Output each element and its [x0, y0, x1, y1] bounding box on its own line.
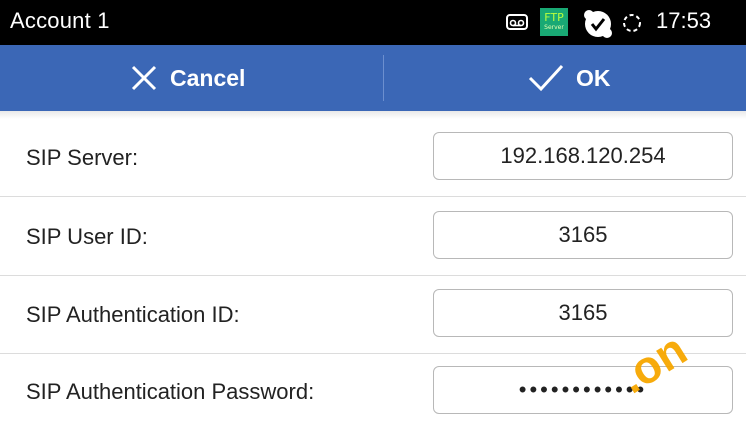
cancel-button[interactable]: Cancel	[130, 45, 245, 111]
sip-user-id-input[interactable]: 3165	[433, 211, 733, 259]
sip-server-row: SIP Server: 192.168.120.254	[0, 118, 746, 197]
clock: 17:53	[656, 8, 712, 33]
sip-auth-password-label: SIP Authentication Password:	[26, 379, 315, 404]
sip-auth-password-input[interactable]: ••••••••••••	[433, 366, 733, 414]
ftp-icon-label: FTP	[544, 11, 564, 24]
close-icon	[131, 65, 157, 91]
sip-server-label: SIP Server:	[26, 145, 139, 170]
ftp-server-icon: FTP Server	[540, 8, 568, 36]
action-divider	[383, 55, 384, 101]
sip-server-input[interactable]: 192.168.120.254	[433, 132, 733, 180]
status-bar: Account 1 FTP Server 17:53	[0, 0, 746, 45]
skype-icon	[584, 10, 612, 38]
cancel-label: Cancel	[170, 64, 246, 91]
ftp-icon-sublabel: Server	[544, 24, 564, 31]
sip-auth-id-input[interactable]: 3165	[433, 289, 733, 337]
voicemail-icon	[506, 14, 528, 30]
checkmark-icon	[528, 64, 564, 92]
account-title: Account 1	[10, 8, 110, 33]
sync-icon	[623, 14, 641, 32]
sip-user-id-label: SIP User ID:	[26, 224, 148, 249]
action-bar: Cancel OK	[0, 45, 746, 111]
ok-label: OK	[576, 64, 611, 91]
ok-button[interactable]: OK	[528, 45, 611, 111]
sip-user-id-row: SIP User ID: 3165	[0, 197, 746, 276]
sip-auth-id-label: SIP Authentication ID:	[26, 302, 240, 327]
